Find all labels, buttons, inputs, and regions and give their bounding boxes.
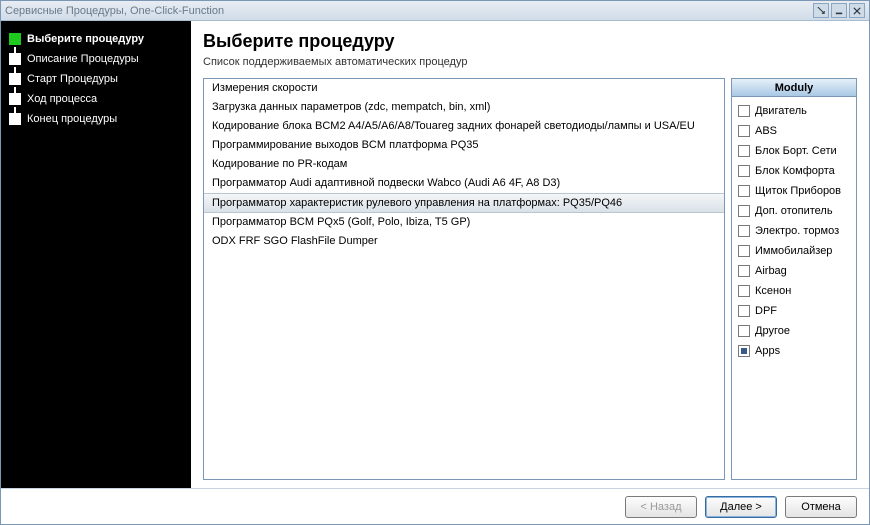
- procedure-item[interactable]: Измерения скорости: [204, 79, 724, 98]
- module-label: Электро. тормоз: [755, 225, 839, 237]
- main-content: Измерения скоростиЗагрузка данных параме…: [203, 78, 857, 480]
- module-label: Блок Комфорта: [755, 165, 835, 177]
- wizard-step-1[interactable]: Описание Процедуры: [9, 53, 183, 65]
- module-label: Щиток Приборов: [755, 185, 841, 197]
- procedure-item[interactable]: Кодирование по PR-кодам: [204, 155, 724, 174]
- module-panel-header: Moduly: [732, 79, 856, 97]
- module-item[interactable]: Доп. отопитель: [735, 201, 853, 221]
- module-item[interactable]: Блок Борт. Сети: [735, 141, 853, 161]
- help-button[interactable]: [813, 3, 829, 18]
- wizard-step-3[interactable]: Ход процесса: [9, 93, 183, 105]
- checkbox-icon[interactable]: [738, 125, 750, 137]
- step-label: Описание Процедуры: [27, 53, 139, 65]
- back-button[interactable]: < Назад: [625, 496, 697, 518]
- step-indicator-icon: [9, 73, 21, 85]
- checkbox-icon[interactable]: [738, 225, 750, 237]
- module-label: Двигатель: [755, 105, 807, 117]
- step-indicator-icon: [9, 113, 21, 125]
- module-item[interactable]: Airbag: [735, 261, 853, 281]
- window-body: Выберите процедуру Описание Процедуры Стар…: [1, 21, 869, 488]
- procedure-item[interactable]: ODX FRF SGO FlashFile Dumper: [204, 232, 724, 251]
- module-item[interactable]: Ксенон: [735, 281, 853, 301]
- procedure-item[interactable]: Кодирование блока BCM2 A4/A5/A6/A8/Touar…: [204, 117, 724, 136]
- procedure-item[interactable]: Загрузка данных параметров (zdc, mempatc…: [204, 98, 724, 117]
- step-label: Выберите процедуру: [27, 33, 144, 45]
- checkbox-icon[interactable]: [738, 205, 750, 217]
- next-button[interactable]: Далее >: [705, 496, 777, 518]
- titlebar: Сервисные Процедуры, One-Click-Function: [1, 1, 869, 21]
- module-item[interactable]: DPF: [735, 301, 853, 321]
- procedure-item[interactable]: Программирование выходов BCM платформа P…: [204, 136, 724, 155]
- wizard-step-4[interactable]: Конец процедуры: [9, 113, 183, 125]
- checkbox-icon[interactable]: [738, 265, 750, 277]
- step-label: Конец процедуры: [27, 113, 117, 125]
- checkbox-icon[interactable]: [738, 285, 750, 297]
- module-item[interactable]: Щиток Приборов: [735, 181, 853, 201]
- checkbox-icon[interactable]: [738, 185, 750, 197]
- checkbox-icon[interactable]: [738, 105, 750, 117]
- checkbox-icon[interactable]: [738, 325, 750, 337]
- minimize-button[interactable]: [831, 3, 847, 18]
- wizard-footer: < Назад Далее > Отмена: [1, 488, 869, 524]
- module-label: Иммобилайзер: [755, 245, 832, 257]
- module-item[interactable]: Двигатель: [735, 101, 853, 121]
- procedure-item[interactable]: Программатор характеристик рулевого упра…: [204, 193, 724, 213]
- module-item[interactable]: Apps: [735, 341, 853, 361]
- step-label: Ход процесса: [27, 93, 97, 105]
- main-header: Выберите процедуру Список поддерживаемых…: [203, 31, 857, 68]
- checkbox-icon[interactable]: [738, 245, 750, 257]
- procedure-item[interactable]: Программатор Audi адаптивной подвески Wa…: [204, 174, 724, 193]
- checkbox-icon[interactable]: [738, 345, 750, 357]
- wizard-step-2[interactable]: Старт Процедуры: [9, 73, 183, 85]
- module-item[interactable]: Другое: [735, 321, 853, 341]
- module-label: Airbag: [755, 265, 787, 277]
- cancel-button[interactable]: Отмена: [785, 496, 857, 518]
- window-controls: [813, 3, 865, 18]
- wizard-step-0[interactable]: Выберите процедуру: [9, 33, 183, 45]
- module-label: DPF: [755, 305, 777, 317]
- checkbox-icon[interactable]: [738, 165, 750, 177]
- close-button[interactable]: [849, 3, 865, 18]
- main-panel: Выберите процедуру Список поддерживаемых…: [191, 21, 869, 488]
- wizard-sidebar: Выберите процедуру Описание Процедуры Стар…: [1, 21, 191, 488]
- module-item[interactable]: Электро. тормоз: [735, 221, 853, 241]
- module-label: Ксенон: [755, 285, 791, 297]
- checkbox-icon[interactable]: [738, 305, 750, 317]
- module-panel: Moduly Двигатель ABS Блок Борт. Сети Блок К…: [731, 78, 857, 480]
- module-label: Блок Борт. Сети: [755, 145, 837, 157]
- procedure-list[interactable]: Измерения скоростиЗагрузка данных параме…: [203, 78, 725, 480]
- module-item[interactable]: ABS: [735, 121, 853, 141]
- module-label: ABS: [755, 125, 777, 137]
- procedure-item[interactable]: Программатор BCM PQx5 (Golf, Polo, Ibiza…: [204, 213, 724, 232]
- module-label: Доп. отопитель: [755, 205, 833, 217]
- module-item[interactable]: Блок Комфорта: [735, 161, 853, 181]
- step-indicator-icon: [9, 53, 21, 65]
- step-label: Старт Процедуры: [27, 73, 118, 85]
- window-title: Сервисные Процедуры, One-Click-Function: [5, 5, 813, 17]
- module-item[interactable]: Иммобилайзер: [735, 241, 853, 261]
- module-label: Другое: [755, 325, 790, 337]
- app-window: Сервисные Процедуры, One-Click-Function …: [0, 0, 870, 525]
- step-indicator-icon: [9, 93, 21, 105]
- page-subtitle: Список поддерживаемых автоматических про…: [203, 56, 857, 68]
- module-label: Apps: [755, 345, 780, 357]
- page-title: Выберите процедуру: [203, 31, 857, 52]
- module-list: Двигатель ABS Блок Борт. Сети Блок Комфорта…: [732, 97, 856, 479]
- checkbox-icon[interactable]: [738, 145, 750, 157]
- step-indicator-icon: [9, 33, 21, 45]
